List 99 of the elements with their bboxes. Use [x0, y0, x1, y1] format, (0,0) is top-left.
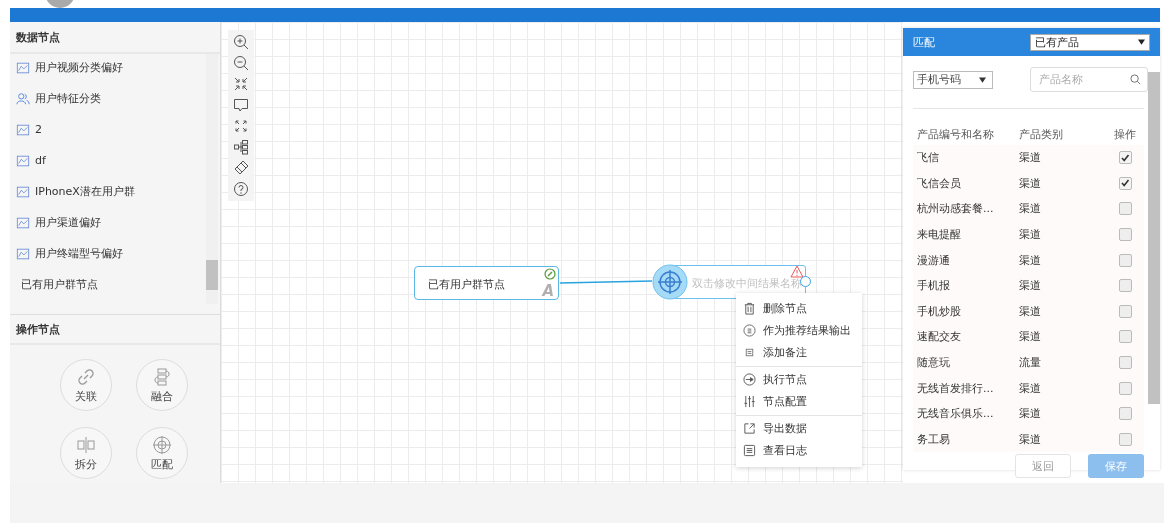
checkbox[interactable]	[1118, 151, 1132, 165]
source-select[interactable]: 已有产品	[1030, 33, 1150, 51]
table-cell-text: 飞信会员	[916, 175, 962, 191]
source-node[interactable]: 已有用户群节点 A	[414, 266, 559, 300]
caret-icon	[1138, 39, 1145, 45]
scrollbar[interactable]	[1148, 62, 1160, 470]
table-cell-text: 渠道	[1019, 227, 1042, 243]
zoom-in-icon[interactable]	[233, 34, 249, 50]
menu-item[interactable]: 作为推荐结果输出	[736, 319, 862, 341]
chart-icon	[16, 184, 30, 199]
help-icon[interactable]	[233, 181, 249, 197]
operation-node-button[interactable]: 拆分	[60, 427, 112, 479]
table-cell-text: 渠道	[1019, 201, 1042, 217]
chart-icon	[16, 60, 30, 75]
checkbox[interactable]	[1118, 330, 1132, 344]
table-cell-text: 来电提醒	[916, 227, 962, 243]
table-cell-text: 无线首发排行...	[916, 380, 995, 396]
checkbox[interactable]	[1118, 279, 1132, 293]
data-node-item[interactable]: 2	[16, 114, 206, 145]
table-cell-text: 渠道	[1019, 278, 1042, 294]
column-header: 产品编号和名称	[916, 126, 995, 142]
checkbox[interactable]	[1118, 253, 1132, 267]
node-label: 已有用户群节点	[428, 277, 505, 292]
panel-title: 匹配	[913, 34, 935, 50]
menu-item[interactable]: 删除节点	[736, 297, 862, 319]
checkbox[interactable]	[1118, 381, 1132, 395]
checkbox[interactable]	[1118, 176, 1132, 190]
checkbox[interactable]	[1118, 202, 1132, 216]
table-cell-text: 渠道	[1019, 252, 1042, 268]
node-type-label: A	[542, 284, 554, 299]
search-icon	[1130, 74, 1141, 85]
log-icon	[743, 443, 756, 457]
sliders-icon	[743, 394, 756, 408]
table-cell-text: 随意玩	[916, 355, 951, 371]
checkbox[interactable]	[1118, 356, 1132, 370]
run-icon	[743, 372, 756, 386]
menu-item[interactable]: 节点配置	[736, 390, 862, 412]
chart-icon	[16, 215, 30, 230]
operation-node-button[interactable]: 融合	[136, 359, 188, 411]
table-cell-text: 速配交友	[916, 329, 962, 345]
operation-node-button[interactable]: 匹配	[136, 427, 188, 479]
table-cell-text: 飞信	[916, 150, 940, 166]
table-cell-text: 渠道	[1019, 303, 1042, 319]
checkbox[interactable]	[1118, 407, 1132, 421]
merge-icon	[152, 366, 172, 387]
column-header: 产品类别	[1019, 126, 1064, 142]
checkbox[interactable]	[1118, 432, 1132, 446]
expand-icon[interactable]	[233, 118, 249, 134]
data-node-item[interactable]: 用户渠道偏好	[16, 207, 206, 238]
menu-item[interactable]: 导出数据	[736, 417, 862, 439]
match-node-icon	[652, 264, 688, 300]
table-cell-text: 漫游通	[916, 252, 951, 268]
table-cell-text: 杭州动感套餐...	[916, 201, 995, 217]
table-cell-text: 务工易	[916, 431, 951, 447]
table-cell-text: 渠道	[1019, 406, 1042, 422]
trash-icon	[743, 301, 756, 315]
list-circle-icon	[743, 323, 756, 337]
table-cell-text: 渠道	[1019, 175, 1042, 191]
key-select[interactable]: 手机号码	[913, 70, 993, 89]
table-cell-text: 手机报	[916, 278, 951, 294]
column-header: 操作	[1113, 126, 1137, 142]
chart-icon	[16, 153, 30, 168]
table-cell-text: 渠道	[1019, 329, 1042, 345]
comment-icon[interactable]	[233, 97, 249, 113]
caret-icon	[979, 76, 986, 83]
table-cell-text: 无线音乐俱乐...	[916, 406, 995, 422]
split-icon	[76, 434, 96, 455]
menu-item[interactable]: 添加备注	[736, 341, 862, 363]
table-cell-text: 渠道	[1019, 431, 1042, 447]
collapse-icon[interactable]	[233, 76, 249, 92]
chart-icon	[16, 246, 30, 261]
chart-icon	[16, 122, 30, 137]
data-node-item[interactable]: df	[16, 145, 206, 176]
search-field[interactable]: 产品名称	[1030, 67, 1148, 92]
table-cell-text: 流量	[1019, 355, 1042, 371]
table-cell-text: 渠道	[1019, 150, 1042, 166]
brush-icon[interactable]	[233, 160, 249, 176]
checkbox[interactable]	[1118, 228, 1132, 242]
export-icon	[743, 421, 756, 435]
menu-item[interactable]: 执行节点	[736, 368, 862, 390]
link-icon	[76, 366, 96, 387]
scrollbar[interactable]	[206, 54, 218, 304]
users-icon	[16, 91, 30, 106]
data-node-item[interactable]: IPhoneX潜在用户群	[16, 176, 206, 207]
layout-icon[interactable]	[233, 139, 249, 155]
section-title: 操作节点	[10, 314, 220, 345]
menu-item[interactable]: 查看日志	[736, 439, 862, 461]
link-status-icon	[544, 268, 556, 280]
target-icon	[152, 434, 172, 455]
checkbox[interactable]	[1118, 304, 1132, 318]
output-port[interactable]	[800, 276, 811, 287]
data-node-item[interactable]: 用户终端型号偏好	[16, 238, 206, 269]
zoom-out-icon[interactable]	[233, 55, 249, 71]
data-node-item[interactable]: 用户视频分类偏好	[16, 54, 206, 83]
data-node-item[interactable]: 已有用户群节点	[16, 269, 206, 300]
table-cell-text: 手机炒股	[916, 303, 962, 319]
data-node-item[interactable]: 用户特征分类	[16, 83, 206, 114]
table-cell-text: 渠道	[1019, 380, 1042, 396]
operation-node-button[interactable]: 关联	[60, 359, 112, 411]
